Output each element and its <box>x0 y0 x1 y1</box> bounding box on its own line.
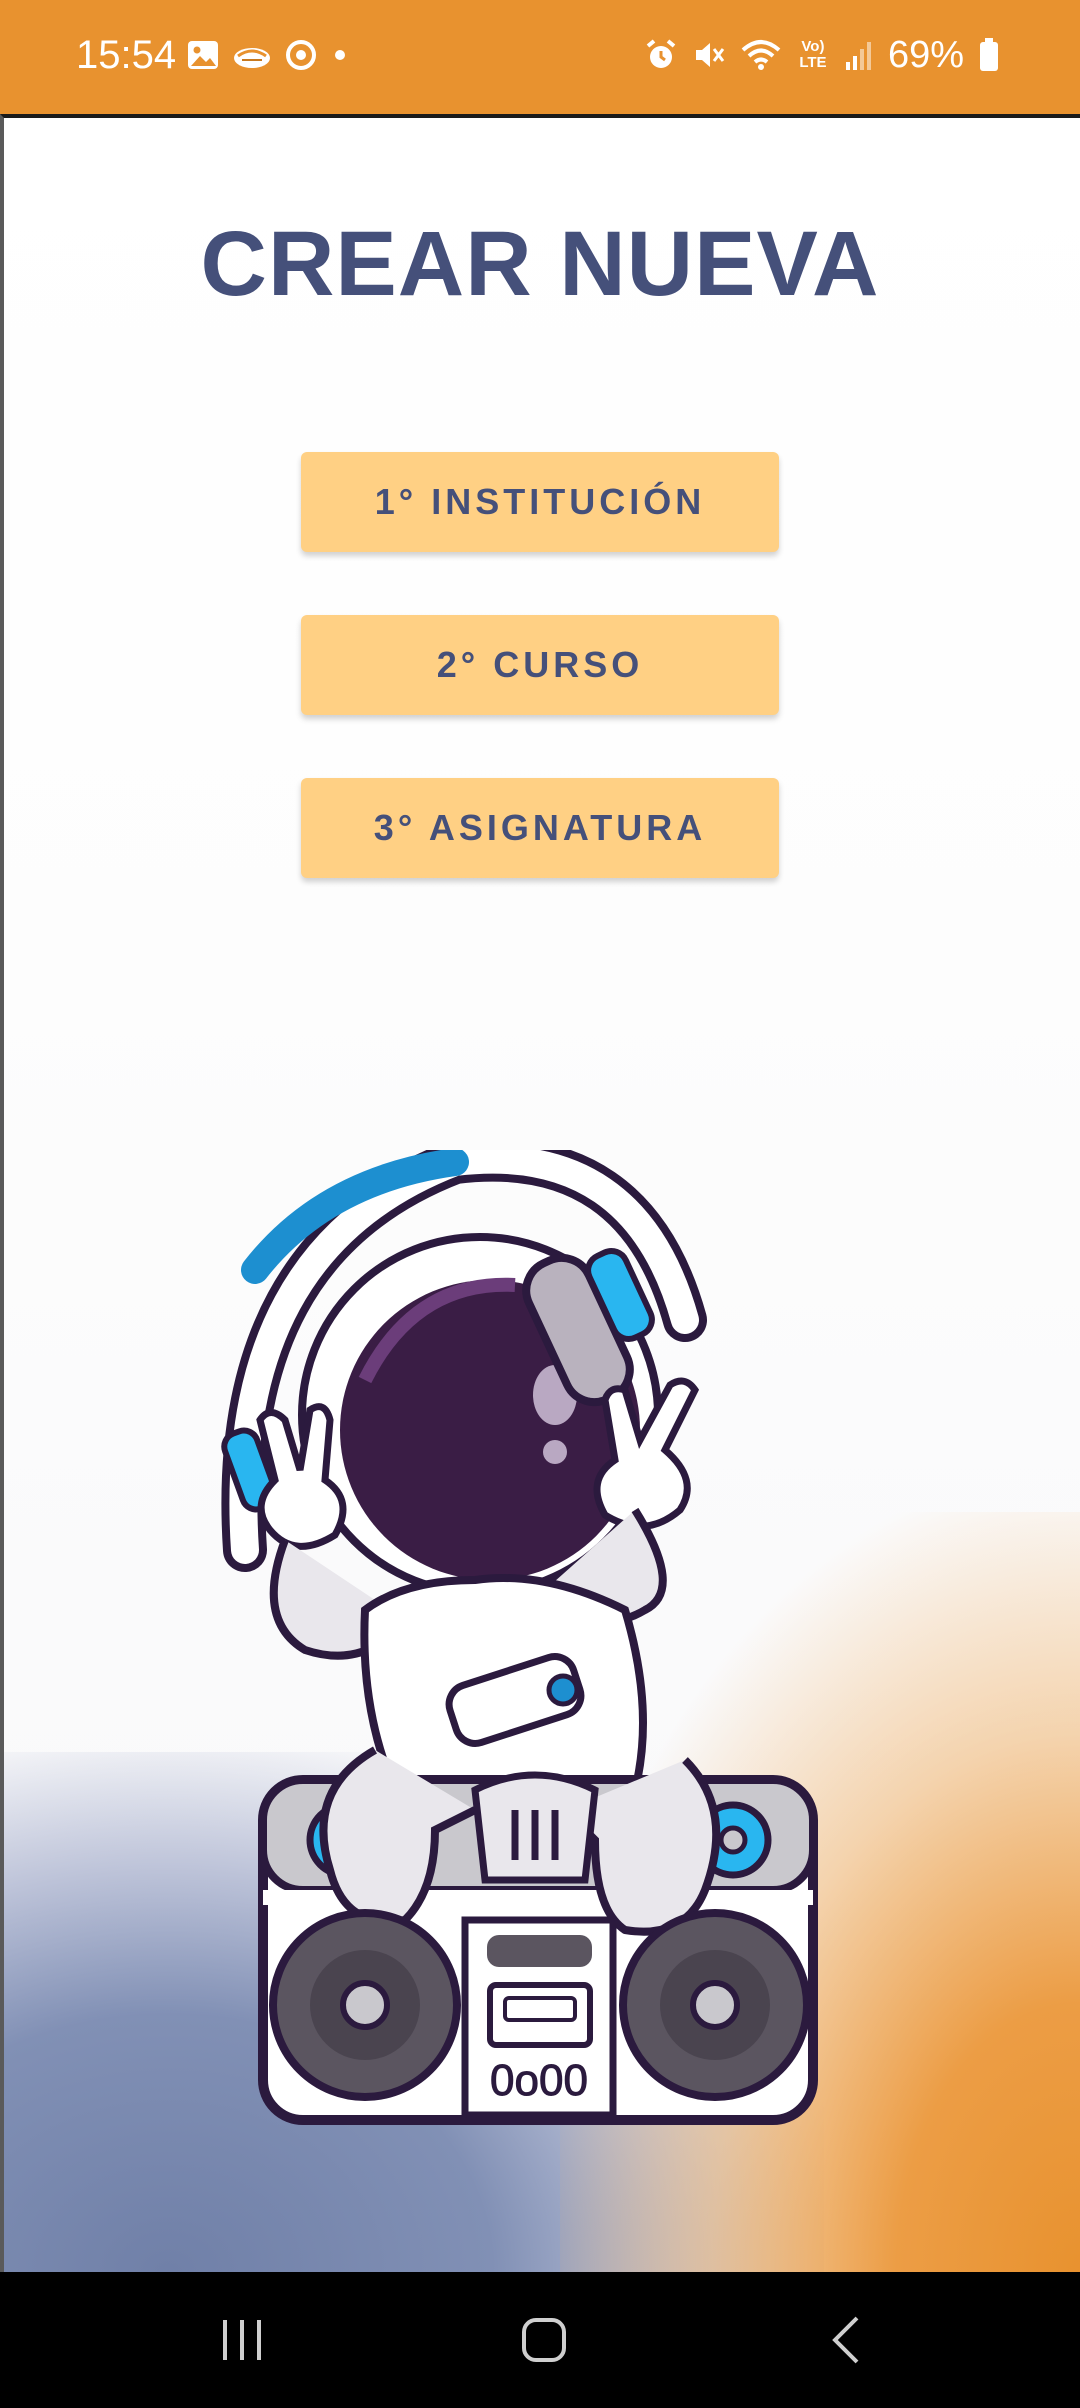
circle-sync-icon <box>286 40 316 70</box>
volte-icon: Vo) LTE <box>799 38 827 71</box>
dot-icon <box>335 50 345 60</box>
page-title: CREAR NUEVA <box>200 213 880 315</box>
status-time: 15:54 <box>76 33 177 77</box>
battery-percent: 69% <box>887 34 964 76</box>
system-icons: Vo) LTE 69% <box>644 32 1000 78</box>
back-button[interactable] <box>766 2272 926 2408</box>
signal-icon <box>845 42 871 70</box>
astronaut-dj-illustration: 0o00 <box>221 1150 818 2125</box>
status-bar: 15:54 Vo) LTE 69% <box>0 0 1080 114</box>
battery-icon <box>980 38 998 71</box>
mute-icon <box>695 43 725 67</box>
recent-apps-icon <box>223 2320 261 2360</box>
back-icon <box>832 2316 859 2364</box>
institution-button[interactable]: 1° INSTITUCIÓN <box>301 452 779 552</box>
recent-apps-button[interactable] <box>162 2272 322 2408</box>
course-button[interactable]: 2° CURSO <box>301 615 779 715</box>
home-icon <box>522 2318 566 2362</box>
handshake-icon <box>234 48 270 68</box>
alarm-icon <box>646 39 676 68</box>
notification-icons <box>186 32 350 78</box>
home-button[interactable] <box>464 2272 624 2408</box>
wifi-icon <box>741 40 781 70</box>
image-icon <box>188 41 218 69</box>
subject-button[interactable]: 3° ASIGNATURA <box>301 778 779 878</box>
navigation-bar <box>0 2272 1080 2408</box>
boombox-digits: 0o00 <box>490 2056 588 2105</box>
